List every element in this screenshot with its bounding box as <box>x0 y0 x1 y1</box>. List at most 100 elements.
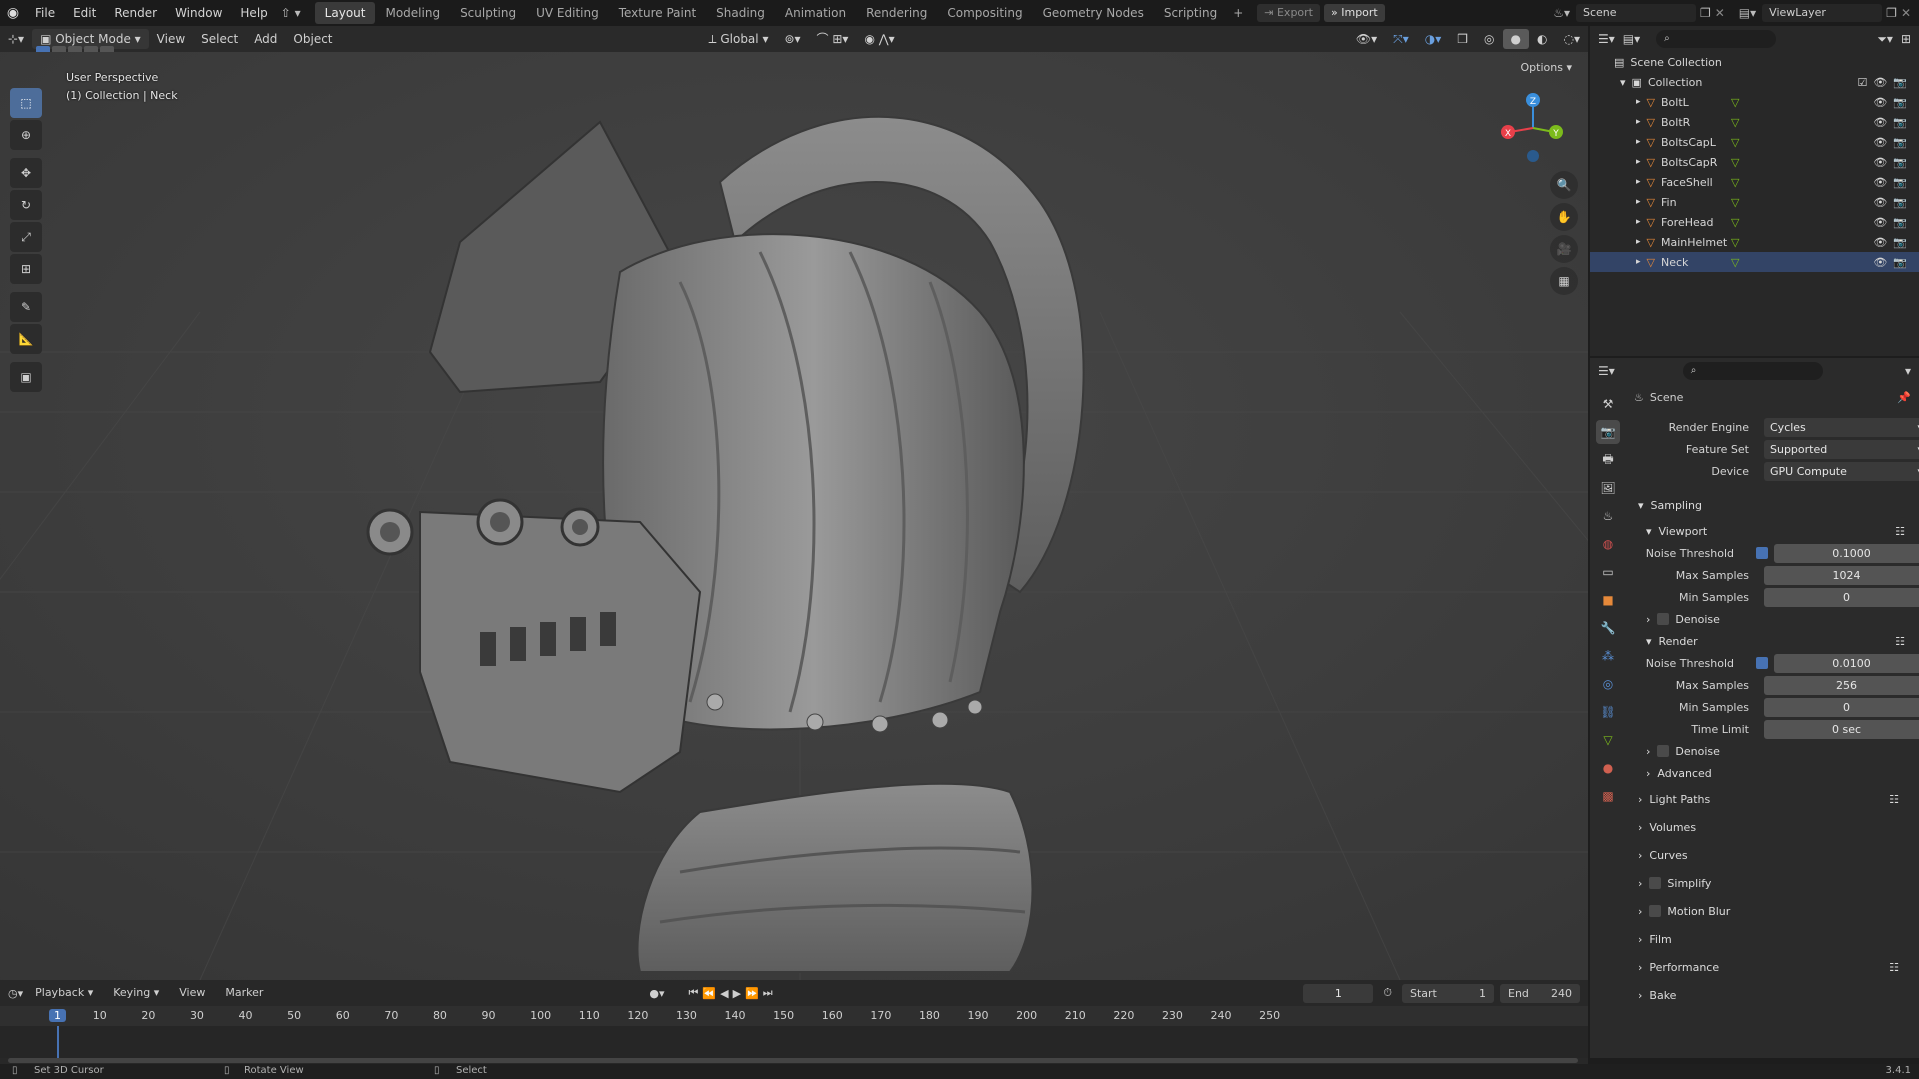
play-reverse-icon[interactable]: ◀ <box>720 987 728 1000</box>
panel-header[interactable]: › Performance ☷ <box>1630 954 1913 980</box>
scene-close-icon[interactable]: ✕ <box>1715 6 1725 20</box>
viewlayer-icon[interactable]: ▤▾ <box>1739 6 1756 20</box>
eye-icon[interactable]: 👁 <box>1873 196 1887 209</box>
eye-icon[interactable]: 👁 <box>1873 136 1887 149</box>
menu-object[interactable]: Object <box>285 29 340 49</box>
mesh-data-icon[interactable]: ▽ <box>1731 116 1739 129</box>
panel-header[interactable]: › Film <box>1630 926 1913 952</box>
eye-icon[interactable]: 👁 <box>1873 116 1887 129</box>
sampling-panel-header[interactable]: ▾ Sampling <box>1630 492 1913 518</box>
next-keyframe-icon[interactable]: ⏩ <box>745 987 759 1000</box>
panel-enable-checkbox[interactable] <box>1649 905 1662 917</box>
outliner-object-row[interactable]: ▸ ▽ Neck ▽ 👁 📷 <box>1590 252 1919 272</box>
expand-arrow-icon[interactable]: ▸ <box>1636 177 1641 187</box>
navigation-gizmo[interactable]: Z X Y <box>1498 86 1568 166</box>
properties-menu-icon[interactable]: ▾ <box>1905 364 1911 378</box>
expand-arrow-icon[interactable]: ▸ <box>1636 97 1641 107</box>
rotate-tool[interactable]: ↻ <box>10 190 42 220</box>
shading-solid-icon[interactable]: ● <box>1502 29 1530 49</box>
vp-noise-field[interactable]: 0.1000 <box>1774 543 1919 563</box>
start-frame-field[interactable]: Start 1 <box>1402 983 1494 1003</box>
pin-icon[interactable]: 📌 <box>1897 391 1911 404</box>
panel-header[interactable]: › Light Paths ☷ <box>1630 786 1913 812</box>
physics-tab[interactable]: ◎ <box>1596 672 1620 696</box>
menu-add[interactable]: Add <box>246 29 285 49</box>
outliner-object-row[interactable]: ▸ ▽ BoltsCapL ▽ 👁 📷 <box>1590 132 1919 152</box>
panel-header[interactable]: › Simplify <box>1630 870 1913 896</box>
constraints-tab[interactable]: ⛓ <box>1596 700 1620 724</box>
view-layer-tab[interactable]: 🖼 <box>1596 476 1620 500</box>
eye-icon[interactable]: 👁 <box>1873 76 1887 89</box>
menu-view[interactable]: View <box>149 29 193 49</box>
vp-max-field[interactable]: 1024 <box>1764 565 1919 585</box>
transform-tool[interactable]: ⊞ <box>10 254 42 284</box>
camera-render-icon[interactable]: 📷 <box>1893 196 1907 209</box>
outliner-object-row[interactable]: ▸ ▽ BoltL ▽ 👁 📷 <box>1590 92 1919 112</box>
display-mode-icon[interactable]: ▤▾ <box>1623 32 1640 46</box>
ortho-toggle-button[interactable]: ▦ <box>1550 267 1578 295</box>
menu-window[interactable]: Window <box>166 6 231 20</box>
tab-geometry-nodes[interactable]: Geometry Nodes <box>1033 2 1154 24</box>
measure-tool[interactable]: 📐 <box>10 324 42 354</box>
r-noise-field[interactable]: 0.0100 <box>1774 653 1919 673</box>
camera-render-icon[interactable]: 📷 <box>1893 176 1907 189</box>
viewlayer-close-icon[interactable]: ✕ <box>1901 6 1911 20</box>
menu-render[interactable]: Render <box>105 6 166 20</box>
tab-shading[interactable]: Shading <box>706 2 775 24</box>
mesh-data-icon[interactable]: ▽ <box>1731 216 1739 229</box>
import-button[interactable]: » Import <box>1324 4 1385 22</box>
eye-icon[interactable]: 👁 <box>1873 96 1887 109</box>
include-checkbox[interactable]: ☑ <box>1857 76 1867 89</box>
expand-arrow-icon[interactable]: ▸ <box>1636 237 1641 247</box>
frame-ruler[interactable]: 1 10 20 30 40 50 60 70 80 90 100 110 120 130 140 150 160… <box>0 1006 1588 1026</box>
orientation-dropdown[interactable]: ⟂ Global ▾ <box>701 29 777 49</box>
mesh-data-icon[interactable]: ▽ <box>1731 196 1739 209</box>
panel-enable-checkbox[interactable] <box>1649 877 1662 889</box>
time-limit-field[interactable]: 0 sec <box>1764 719 1919 739</box>
tool-tab[interactable]: ⚒ <box>1596 392 1620 416</box>
jump-end-icon[interactable]: ⏭ <box>763 986 773 1000</box>
record-icon[interactable]: ●▾ <box>649 987 664 1000</box>
advanced-subpanel[interactable]: › Advanced <box>1624 762 1919 784</box>
expand-arrow-icon[interactable]: ▸ <box>1636 117 1641 127</box>
material-tab[interactable]: ● <box>1596 756 1620 780</box>
vp-noise-checkbox[interactable] <box>1756 547 1768 559</box>
new-collection-icon[interactable]: ⊞ <box>1901 32 1911 46</box>
menu-timeline-view[interactable]: View <box>171 983 213 1003</box>
overlay-toggle-icon[interactable]: ◑▾ <box>1417 29 1450 49</box>
menu-marker[interactable]: Marker <box>217 983 271 1003</box>
outliner-object-row[interactable]: ▸ ▽ ForeHead ▽ 👁 📷 <box>1590 212 1919 232</box>
camera-render-icon[interactable]: 📷 <box>1893 116 1907 129</box>
select-box-tool[interactable]: ⬚ <box>10 88 42 118</box>
upload-icon[interactable]: ⇧ ▾ <box>281 6 301 20</box>
blender-logo-icon[interactable]: ◉ <box>0 5 26 21</box>
properties-editor-icon[interactable]: ☰▾ <box>1598 364 1615 378</box>
vp-denoise-subpanel[interactable]: › Denoise <box>1624 608 1919 630</box>
options-dropdown[interactable]: Options ▾ <box>1513 58 1580 78</box>
export-button[interactable]: ⇥ Export <box>1257 4 1320 22</box>
particles-tab[interactable]: ⁂ <box>1596 644 1620 668</box>
panel-header[interactable]: › Volumes <box>1630 814 1913 840</box>
menu-help[interactable]: Help <box>231 6 276 20</box>
r-max-field[interactable]: 256 <box>1764 675 1919 695</box>
collection-tab[interactable]: ▭ <box>1596 560 1620 584</box>
data-tab[interactable]: ▽ <box>1596 728 1620 752</box>
proportional-edit-icon[interactable]: ◉ ⋀▾ <box>856 29 902 49</box>
xray-icon[interactable]: ❒ <box>1449 29 1476 49</box>
camera-view-button[interactable]: 🎥 <box>1550 235 1578 263</box>
r-min-field[interactable]: 0 <box>1764 697 1919 717</box>
vp-denoise-checkbox[interactable] <box>1657 613 1670 625</box>
outliner-object-row[interactable]: ▸ ▽ BoltR ▽ 👁 📷 <box>1590 112 1919 132</box>
pivot-icon[interactable]: ⊚▾ <box>776 29 808 49</box>
gizmo-toggle-icon[interactable]: ⤧▾ <box>1385 29 1417 49</box>
cursor-tool[interactable]: ⊕ <box>10 120 42 150</box>
jump-start-icon[interactable]: ⏮ <box>689 986 699 1000</box>
collection-row[interactable]: ▾ ▣ Collection ☑ 👁 📷 <box>1590 72 1919 92</box>
scene-selector[interactable]: Scene <box>1575 4 1696 22</box>
vp-min-field[interactable]: 0 <box>1764 587 1919 607</box>
expand-arrow-icon[interactable]: ▸ <box>1636 217 1641 227</box>
outliner-object-row[interactable]: ▸ ▽ MainHelmet ▽ 👁 📷 <box>1590 232 1919 252</box>
expand-arrow-icon[interactable]: ▸ <box>1636 257 1641 267</box>
mesh-data-icon[interactable]: ▽ <box>1731 236 1739 249</box>
3d-viewport[interactable]: ⊹▾ ▣ Object Mode ▾ View Select Add Objec… <box>0 26 1588 980</box>
